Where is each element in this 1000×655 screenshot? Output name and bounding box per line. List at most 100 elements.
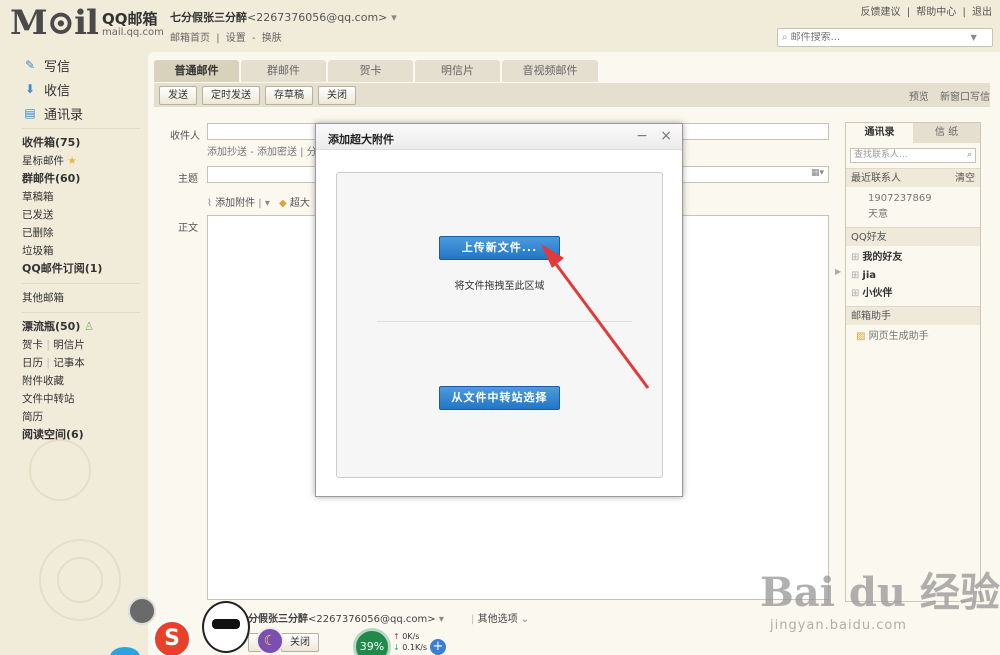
account-dropdown-icon[interactable]: ▾ (391, 11, 397, 24)
contacts-panel: 通讯录 信 纸 查找联系人... ⌕ 最近联系人 清空 1907237869 天… (845, 122, 981, 602)
mail-search-input[interactable] (790, 32, 971, 43)
inbox-icon: ⬇ (24, 82, 36, 96)
link-settings[interactable]: 设置 (226, 33, 246, 44)
gear-icon[interactable] (128, 597, 156, 625)
tab-group-mail[interactable]: 群邮件 (241, 60, 326, 82)
link-feedback[interactable]: 反馈建议 (861, 7, 901, 18)
preview-link[interactable]: 预览 (909, 92, 929, 103)
mail-search-box[interactable]: ⌕ ▼ (777, 28, 993, 47)
star-icon: ★ (67, 155, 77, 167)
subject-options-icon[interactable]: ▦▾ (811, 168, 824, 178)
to-label: 收件人 (170, 131, 200, 142)
body-label: 正文 (178, 223, 198, 234)
link-file-transfer[interactable]: 文件中转站 (22, 390, 148, 408)
tab-postcard[interactable]: 明信片 (415, 60, 500, 82)
tab-stationery[interactable]: 信 纸 (913, 123, 980, 143)
group-buddies[interactable]: ⊞ 小伙伴 (846, 285, 980, 303)
sender-email: <2267376056@qq.com> (308, 614, 436, 625)
close-button[interactable]: 关闭 (318, 85, 356, 105)
webpage-assistant-item[interactable]: ▨ 网页生成助手 (846, 329, 980, 345)
attach-dropdown-icon[interactable]: | ▾ (258, 198, 270, 209)
blue-app-icon[interactable] (110, 647, 140, 655)
folder-starred[interactable]: 星标邮件 ★ (22, 152, 148, 170)
recent-contact-item[interactable]: 1907237869 (846, 191, 980, 207)
baidu-watermark: Bai du 经验 jingyan.baidu.com (760, 560, 1000, 633)
network-speed: ↑ 0K/s ↓ 0.1K/s (393, 632, 428, 652)
search-dropdown-icon[interactable]: ▼ (971, 33, 977, 42)
download-arrow-icon: ↓ (393, 643, 400, 652)
clear-recent-link[interactable]: 清空 (955, 169, 975, 188)
link-reading-space[interactable]: 阅读空间(6) (22, 426, 148, 444)
recent-contact-item[interactable]: 天意 (846, 207, 980, 223)
brand-url: mail.qq.com (101, 27, 164, 38)
moon-icon[interactable]: ☾ (256, 627, 284, 655)
bottle-icon: ♙ (84, 320, 95, 333)
expand-panel-icon[interactable]: ▶ (835, 267, 841, 276)
sender-line[interactable]: 七分假张三分醉<2267376056@qq.com> ▾ | 其他选项 ⌄ (238, 610, 529, 625)
folder-group-mail[interactable]: 群邮件(60) (22, 170, 148, 188)
folder-drafts[interactable]: 草稿箱 (22, 188, 148, 206)
link-resume[interactable]: 简历 (22, 408, 148, 426)
group-my-friends[interactable]: ⊞ 我的好友 (846, 249, 980, 267)
compose-toolbar: 发送 定时发送 存草稿 关闭 预览 新窗口写信 (154, 83, 990, 107)
upload-new-file-button[interactable]: 上传新文件... (439, 236, 560, 260)
tab-normal-mail[interactable]: 普通邮件 (154, 60, 239, 82)
save-draft-button[interactable]: 存草稿 (265, 85, 313, 105)
logo-mark: M⊙il (10, 3, 99, 43)
folder-subscription[interactable]: QQ邮件订阅(1) (22, 260, 148, 278)
user-info: 七分假张三分醉<2267376056@qq.com> ▾ 邮箱首页 | 设置 -… (170, 11, 397, 44)
scheduled-send-button[interactable]: 定时发送 (202, 85, 260, 105)
other-options-link[interactable]: 其他选项 (478, 614, 518, 625)
minimize-icon[interactable]: − (636, 128, 648, 144)
sidebar-compose[interactable]: ✎ 写信 (22, 56, 148, 75)
super-attachment-link[interactable]: 超大 (290, 198, 310, 209)
divider (22, 128, 140, 129)
link-greeting-card[interactable]: 贺卡 (22, 339, 43, 351)
sidebar: ✎ 写信 ⬇ 收信 ▤ 通讯录 收件箱(75) 星标邮件 ★ 群邮件(60) 草稿箱 … (0, 56, 148, 444)
folder-sent[interactable]: 已发送 (22, 206, 148, 224)
dialog-header[interactable]: 添加超大附件 − × (316, 124, 682, 150)
divider (22, 283, 140, 284)
contacts-icon: ▤ (24, 106, 36, 120)
super-attach-icon: ◆ (279, 198, 287, 209)
tab-address-book[interactable]: 通讯录 (846, 123, 913, 143)
link-calendar[interactable]: 日历 (22, 357, 43, 369)
network-gauge[interactable]: 39% (353, 628, 391, 655)
mascot-icon[interactable] (202, 601, 250, 653)
drop-zone[interactable]: 上传新文件... 将文件拖拽至此区域 从文件中转站选择 (336, 172, 663, 478)
send-button[interactable]: 发送 (159, 85, 197, 105)
cc-bcc-links[interactable]: 添加抄送 - 添加密送 | 分 (207, 143, 317, 158)
sender-dropdown-icon[interactable]: ▾ (439, 614, 444, 625)
accelerator-plus-icon[interactable]: + (430, 639, 446, 655)
folder-deleted[interactable]: 已删除 (22, 224, 148, 242)
link-help[interactable]: 帮助中心 (916, 7, 956, 18)
group-jia[interactable]: ⊞ jia (846, 267, 980, 285)
tab-greeting-card[interactable]: 贺卡 (328, 60, 413, 82)
link-mail-home[interactable]: 邮箱首页 (170, 33, 210, 44)
sidebar-contacts[interactable]: ▤ 通讯录 (22, 104, 148, 123)
close-icon[interactable]: × (660, 128, 672, 144)
mail-assistant-header: 邮箱助手 (846, 306, 980, 325)
link-notes[interactable]: 记事本 (53, 357, 85, 369)
add-attachment-link[interactable]: 添加附件 (215, 198, 255, 209)
link-logout[interactable]: 退出 (972, 7, 992, 18)
close-button-bottom[interactable]: 关闭 (281, 633, 319, 652)
dialog-title: 添加超大附件 (328, 133, 394, 146)
super-attachment-dialog: 添加超大附件 − × 上传新文件... 将文件拖拽至此区域 从文件中转站选择 (315, 123, 683, 497)
folder-inbox[interactable]: 收件箱(75) (22, 134, 148, 152)
drift-bottle[interactable]: 漂流瓶(50) ♙ (22, 318, 148, 336)
link-attachments[interactable]: 附件收藏 (22, 372, 148, 390)
sogou-icon[interactable]: S (152, 619, 192, 655)
contact-search-input[interactable]: 查找联系人... ⌕ (850, 148, 976, 163)
link-postcard[interactable]: 明信片 (53, 339, 85, 351)
other-mailboxes[interactable]: 其他邮箱 (22, 289, 148, 307)
compose-icon: ✎ (24, 58, 36, 72)
new-window-link[interactable]: 新窗口写信 (940, 92, 990, 103)
divider (377, 321, 632, 322)
tab-av-mail[interactable]: 音视频邮件 (502, 60, 598, 82)
sidebar-inbox[interactable]: ⬇ 收信 (22, 80, 148, 99)
qqmail-logo[interactable]: M⊙il QQ邮箱 mail.qq.com (10, 6, 164, 40)
folder-spam[interactable]: 垃圾箱 (22, 242, 148, 260)
link-skin[interactable]: 换肤 (262, 33, 282, 44)
select-from-transfer-button[interactable]: 从文件中转站选择 (439, 386, 560, 410)
